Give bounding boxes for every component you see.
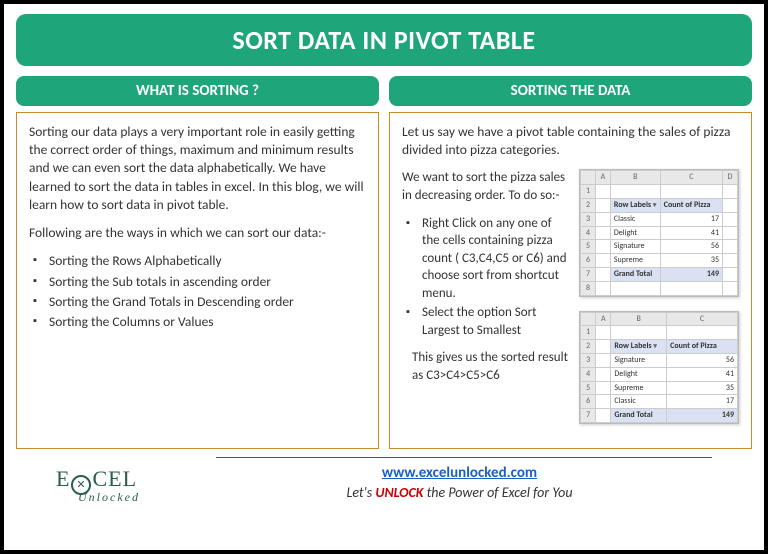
logo-subtext: Unlocked [78, 490, 140, 505]
bullet-columns-values: Sorting the Columns or Values [33, 313, 366, 331]
pivot-after: ABC 1 2Row Labels ▾Count of Pizza 3Signa… [579, 311, 739, 424]
footer-right: www.excelunlocked.com Let's UNLOCK the P… [167, 457, 752, 501]
t1-gtv: 149 [660, 268, 722, 282]
bullet-rows-alpha: Sorting the Rows Alphabetically [33, 252, 366, 270]
step-right-click: Right Click on any one of the cells cont… [406, 215, 571, 303]
left-para1: Sorting our data plays a very important … [29, 123, 366, 214]
tag-unlock: UNLOCK [375, 484, 423, 501]
right-steps: We want to sort the pizza sales in decre… [402, 169, 571, 438]
t1-r2b: 41 [660, 226, 722, 240]
right-result: This gives us the sorted result as C3>C4… [402, 349, 571, 384]
t1-r3a: Signature [610, 240, 660, 254]
left-bullets: Sorting the Rows Alphabetically Sorting … [29, 252, 366, 331]
t1-r1a: Classic [610, 212, 660, 226]
t1-r4a: Supreme [610, 254, 660, 268]
footer: E ✕ CEL Unlocked www.excelunlocked.com L… [16, 457, 752, 501]
t2-h2: Count of Pizza [667, 340, 738, 354]
step-sort-largest: Select the option Sort Largest to Smalle… [406, 304, 571, 339]
right-header: SORTING THE DATA [389, 76, 752, 106]
t1-r3b: 56 [660, 240, 722, 254]
t1-r4b: 35 [660, 254, 722, 268]
t2-r2b: 41 [667, 367, 738, 381]
footer-divider [216, 457, 712, 458]
logo-letter-e: E [56, 466, 70, 492]
t2-r4a: Classic [611, 395, 667, 409]
tagline: Let's UNLOCK the Power of Excel for You [167, 484, 752, 501]
bullet-grandtotals-desc: Sorting the Grand Totals in Descending o… [33, 293, 366, 311]
left-para2: Following are the ways in which we can s… [29, 224, 366, 242]
page-frame: SORT DATA IN PIVOT TABLE WHAT IS SORTING… [0, 0, 768, 554]
right-body: Let us say we have a pivot table contain… [389, 112, 752, 449]
t2-r1b: 56 [667, 354, 738, 368]
right-column: SORTING THE DATA Let us say we have a pi… [389, 76, 752, 449]
left-body: Sorting our data plays a very important … [16, 112, 379, 449]
t2-r4b: 17 [667, 395, 738, 409]
website-link[interactable]: www.excelunlocked.com [382, 464, 537, 482]
example-tables: ABCD 1 2Row Labels ▾Count of Pizza 3Clas… [579, 169, 739, 438]
t2-gtv: 149 [667, 409, 738, 423]
content-columns: WHAT IS SORTING ? Sorting our data plays… [16, 76, 752, 449]
t2-r2a: Delight [611, 367, 667, 381]
right-intro: Let us say we have a pivot table contain… [402, 123, 739, 159]
tag-post: the Power of Excel for You [423, 484, 572, 501]
brand-logo: E ✕ CEL Unlocked [56, 466, 137, 492]
t1-h2: Count of Pizza [660, 199, 722, 213]
bullet-subtotals-asc: Sorting the Sub totals in ascending orde… [33, 273, 366, 291]
t1-r1b: 17 [660, 212, 722, 226]
t2-r1a: Signature [611, 354, 667, 368]
dropdown-icon: ▾ [653, 200, 657, 209]
t1-gt: Grand Total [610, 268, 660, 282]
page-title: SORT DATA IN PIVOT TABLE [16, 14, 752, 66]
logo-letters-cel: CEL [92, 466, 137, 492]
pivot-before: ABCD 1 2Row Labels ▾Count of Pizza 3Clas… [579, 169, 739, 296]
right-p1: We want to sort the pizza sales in decre… [402, 169, 571, 204]
t1-h1: Row Labels [614, 200, 651, 210]
t2-h1: Row Labels [614, 341, 651, 351]
left-column: WHAT IS SORTING ? Sorting our data plays… [16, 76, 379, 449]
t2-gt: Grand Total [611, 409, 667, 423]
t1-r2a: Delight [610, 226, 660, 240]
dropdown-icon: ▾ [653, 341, 657, 350]
t2-r3b: 35 [667, 381, 738, 395]
left-header: WHAT IS SORTING ? [16, 76, 379, 106]
t2-r3a: Supreme [611, 381, 667, 395]
tag-pre: Let's [346, 484, 375, 501]
